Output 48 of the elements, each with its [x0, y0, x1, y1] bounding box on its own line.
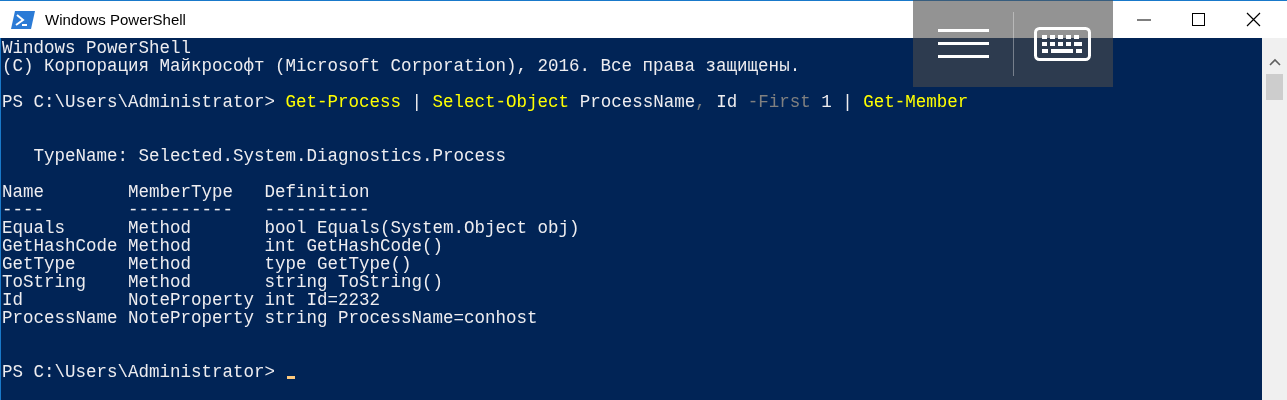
table-cell: GetType	[2, 254, 76, 274]
column-rule: ----	[2, 200, 44, 220]
argument-text: ProcessName	[579, 92, 696, 112]
table-cell: NoteProperty	[128, 308, 255, 328]
pipe-operator: |	[411, 92, 423, 112]
prompt-text: PS C:\Users\Administrator>	[2, 92, 276, 112]
column-header: Definition	[264, 182, 370, 202]
menu-button[interactable]	[938, 29, 989, 58]
prompt-text: PS C:\Users\Administrator>	[2, 362, 276, 382]
column-header: Name	[2, 182, 44, 202]
table-cell: int Id=2232	[264, 290, 381, 310]
chevron-up-icon	[1268, 58, 1281, 66]
cmdlet-text: Select-Object	[432, 92, 570, 112]
column-header: MemberType	[128, 182, 234, 202]
pipe-operator: |	[842, 92, 853, 112]
table-cell: NoteProperty	[128, 290, 255, 310]
table-cell: Id	[2, 290, 23, 310]
type-name-text: TypeName: Selected.System.Diagnostics.Process	[33, 146, 507, 166]
window-title: Windows PowerShell	[45, 11, 186, 28]
table-cell: int GetHashCode()	[264, 236, 444, 256]
table-cell: type GetType()	[264, 254, 412, 274]
cmdlet-text: Get-Process	[285, 92, 402, 112]
table-cell: ProcessName	[2, 308, 118, 328]
scrollbar-thumb[interactable]	[1266, 74, 1283, 100]
parameter-text: -First	[747, 92, 811, 112]
table-cell: string ToString()	[264, 272, 444, 292]
table-cell: Method	[128, 254, 192, 274]
output-text: (C) Корпорация Майкрософт (Microsoft Corporation), 2016. Все права защищены.	[2, 56, 801, 76]
output-text: Windows PowerShell	[2, 38, 192, 58]
column-rule: ----------	[264, 200, 370, 220]
table-cell: Method	[128, 236, 192, 256]
minimize-icon	[1136, 18, 1151, 21]
table-cell: bool Equals(System.Object obj)	[264, 218, 580, 238]
table-cell: GetHashCode	[2, 236, 118, 256]
table-cell: Method	[128, 218, 192, 238]
argument-text: Id	[716, 92, 738, 112]
close-icon	[1246, 12, 1261, 27]
column-rule: ----------	[128, 200, 234, 220]
table-cell: ToString	[2, 272, 86, 292]
argument-text: 1	[821, 92, 832, 112]
table-cell: Equals	[2, 218, 65, 238]
table-cell: string ProcessName=conhost	[264, 308, 538, 328]
comma-text: ,	[695, 92, 706, 112]
table-cell: Method	[128, 272, 192, 292]
cmdlet-text: Get-Member	[863, 92, 969, 112]
keyboard-button[interactable]	[1034, 26, 1091, 61]
maximize-icon	[1192, 13, 1205, 26]
powershell-icon	[11, 10, 35, 29]
